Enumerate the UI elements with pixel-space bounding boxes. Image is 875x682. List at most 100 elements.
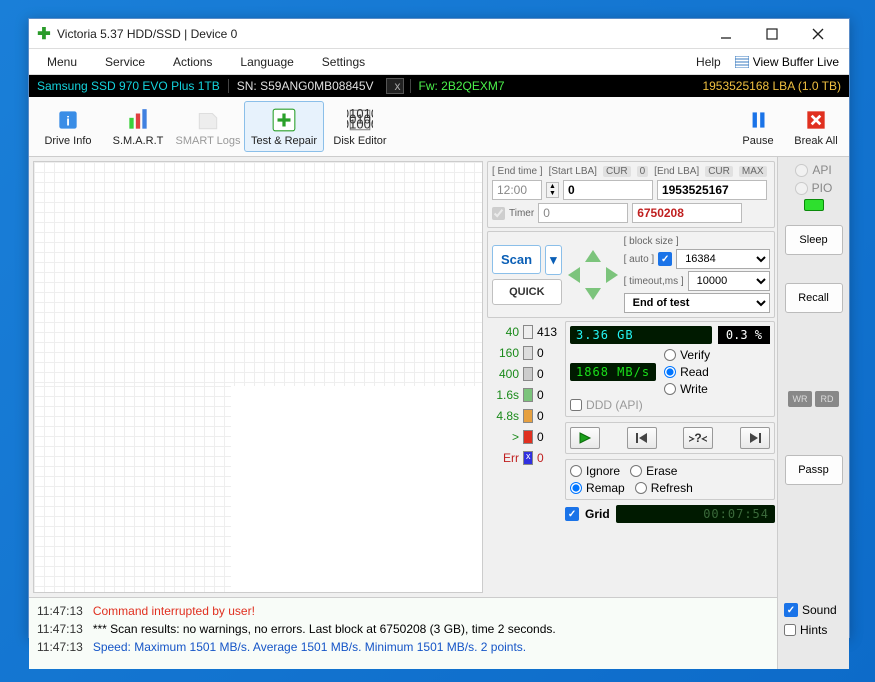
bottom-area: 11:47:13Command interrupted by user! 11:… xyxy=(29,597,849,669)
tab-drive-info[interactable]: i Drive Info xyxy=(34,101,102,152)
scan-dropdown[interactable]: ▾ xyxy=(545,245,562,275)
main-toolbar: i Drive Info S.M.A.R.T SMART Logs Test &… xyxy=(29,97,849,157)
sound-checkbox[interactable]: ✓Sound xyxy=(784,603,843,617)
rd-indicator: RD xyxy=(815,391,839,407)
action-group: Ignore Erase Remap Refresh xyxy=(565,459,775,500)
timer-label: Timer xyxy=(509,208,534,219)
pause-button[interactable]: Pause xyxy=(730,101,786,152)
end-test-select[interactable]: End of test xyxy=(624,293,770,313)
log-panel[interactable]: 11:47:13Command interrupted by user! 11:… xyxy=(29,597,777,669)
menu-help[interactable]: Help xyxy=(682,51,735,73)
log-line-1: Command interrupted by user! xyxy=(93,602,255,620)
nav-up-icon[interactable] xyxy=(585,250,601,262)
progress-speed: 1868 MB/s xyxy=(570,363,656,381)
zero-tag[interactable]: 0 xyxy=(637,166,649,177)
max-tag[interactable]: MAX xyxy=(739,166,767,177)
minimize-button[interactable] xyxy=(703,20,749,48)
action-erase[interactable]: Erase xyxy=(630,464,677,478)
cur2-tag[interactable]: CUR xyxy=(705,166,733,177)
start-lba-input[interactable] xyxy=(563,180,653,200)
side-pio[interactable]: PIO xyxy=(795,181,833,195)
blocksize-label: [ block size ] xyxy=(624,236,679,247)
view-buffer-live[interactable]: View Buffer Live xyxy=(735,55,845,69)
action-refresh[interactable]: Refresh xyxy=(635,481,693,495)
step-fwd-button[interactable] xyxy=(740,427,770,449)
grid-checkbox[interactable]: ✓ xyxy=(565,507,579,521)
timeout-label: [ timeout,ms ] xyxy=(624,276,684,287)
surface-map[interactable] xyxy=(33,161,483,593)
maximize-button[interactable] xyxy=(749,20,795,48)
nav-right-icon[interactable] xyxy=(606,267,618,283)
menu-service[interactable]: Service xyxy=(91,51,159,73)
stat-err: 0 xyxy=(537,451,544,465)
nav-diamond[interactable] xyxy=(568,250,618,300)
scan-control-group: Scan ▾ QUICK [ block size ] [ auto ]✓ 16… xyxy=(487,231,775,318)
menu-menu[interactable]: Menu xyxy=(33,51,91,73)
side-panel: API PIO Sleep Recall WR RD Passp xyxy=(777,157,849,597)
cur-tag[interactable]: CUR xyxy=(603,166,631,177)
info-icon: i xyxy=(55,107,81,133)
tab-test-repair[interactable]: Test & Repair xyxy=(244,101,324,152)
log-line-3: Speed: Maximum 1501 MB/s. Average 1501 M… xyxy=(93,638,526,656)
mode-write[interactable]: Write xyxy=(664,382,710,396)
app-window: ✚ Victoria 5.37 HDD/SSD | Device 0 Menu … xyxy=(28,18,850,638)
main-body: [ End time ] [Start LBA] CUR 0 [End LBA]… xyxy=(29,157,849,597)
menu-settings[interactable]: Settings xyxy=(308,51,379,73)
endtime-input[interactable] xyxy=(492,180,542,200)
nav-left-icon[interactable] xyxy=(568,267,580,283)
close-button[interactable] xyxy=(795,20,841,48)
log-options: ✓Sound Hints xyxy=(777,597,849,669)
lba-group: [ End time ] [Start LBA] CUR 0 [End LBA]… xyxy=(487,161,775,228)
buffer-icon xyxy=(735,56,749,68)
sleep-button[interactable]: Sleep xyxy=(785,225,843,255)
break-all-button[interactable]: Break All xyxy=(788,101,844,152)
scan-button[interactable]: Scan xyxy=(492,245,541,274)
progress-group: 3.36 GB 0.3 % 1868 MB/s Verify Read Writ… xyxy=(565,321,775,417)
auto-label: [ auto ] xyxy=(624,254,655,265)
action-remap[interactable]: Remap xyxy=(570,481,625,495)
menu-bar: Menu Service Actions Language Settings H… xyxy=(29,49,849,75)
menu-actions[interactable]: Actions xyxy=(159,51,226,73)
hints-checkbox[interactable]: Hints xyxy=(784,623,843,637)
scan-panel: [ End time ] [Start LBA] CUR 0 [End LBA]… xyxy=(487,157,777,597)
ddd-checkbox[interactable]: DDD (API) xyxy=(570,398,770,412)
nav-down-icon[interactable] xyxy=(585,288,601,300)
timer-start-input[interactable] xyxy=(538,203,628,223)
stat-40: 413 xyxy=(537,325,557,339)
mode-read[interactable]: Read xyxy=(664,365,710,379)
recall-button[interactable]: Recall xyxy=(785,283,843,313)
timeout-select[interactable]: 10000 xyxy=(688,271,770,291)
tab-disk-editor[interactable]: 010101010101000 Disk Editor xyxy=(326,101,394,152)
timer-end-input[interactable] xyxy=(632,203,742,223)
mode-verify[interactable]: Verify xyxy=(664,348,710,362)
grid-label: Grid xyxy=(585,507,610,521)
tab-smart[interactable]: S.M.A.R.T xyxy=(104,101,172,152)
end-lba-input[interactable] xyxy=(657,180,767,200)
device-lba: 1953525168 LBA (1.0 TB) xyxy=(694,79,849,93)
menu-language[interactable]: Language xyxy=(226,51,307,73)
step-back-button[interactable] xyxy=(627,427,657,449)
timer-checkbox xyxy=(492,207,505,220)
stat-bad: 0 xyxy=(537,430,544,444)
play-button[interactable] xyxy=(570,427,600,449)
device-serial: SN: S59ANG0MB08845V xyxy=(228,79,382,93)
side-api[interactable]: API xyxy=(795,163,831,177)
quick-button[interactable]: QUICK xyxy=(492,279,562,305)
title-bar: ✚ Victoria 5.37 HDD/SSD | Device 0 xyxy=(29,19,849,49)
logs-icon xyxy=(195,107,221,133)
device-info-bar: Samsung SSD 970 EVO Plus 1TB SN: S59ANG0… xyxy=(29,75,849,97)
passp-button[interactable]: Passp xyxy=(785,455,843,485)
action-ignore[interactable]: Ignore xyxy=(570,464,620,478)
device-close-icon[interactable]: x xyxy=(386,78,404,94)
stat-4800: 0 xyxy=(537,409,544,423)
smart-icon xyxy=(125,107,151,133)
endlba-label: [End LBA] xyxy=(654,166,699,177)
progress-size: 3.36 GB xyxy=(570,326,712,344)
auto-checkbox[interactable]: ✓ xyxy=(658,252,672,266)
svg-text:▷?◁: ▷?◁ xyxy=(689,432,707,444)
startlba-label: [Start LBA] xyxy=(549,166,597,177)
tab-smart-logs: SMART Logs xyxy=(174,101,242,152)
elapsed-time: 00:07:54 xyxy=(616,505,775,523)
blocksize-select[interactable]: 16384 xyxy=(676,249,770,269)
random-button[interactable]: ▷?◁ xyxy=(683,427,713,449)
